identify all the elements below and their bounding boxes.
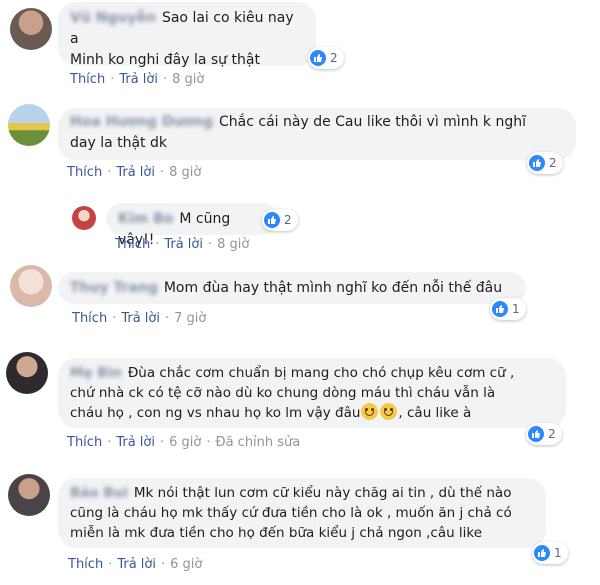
comment-text: , câu like à — [398, 405, 472, 421]
like-link[interactable]: Thích — [70, 72, 105, 87]
reaction-number: 2 — [284, 213, 292, 227]
comment-actions: Thích · Trả lời · 7 giờ — [72, 311, 207, 326]
reaction-number: 1 — [512, 302, 520, 316]
reaction-count[interactable]: 2 — [262, 209, 298, 231]
thumbs-up-icon — [529, 155, 545, 171]
avatar[interactable] — [6, 352, 48, 394]
avatar[interactable] — [8, 474, 50, 516]
avatar[interactable] — [72, 206, 96, 230]
comment-text: chứ nhà ck có tệ cỡ nào dù ko chung dòng… — [70, 385, 496, 401]
comment-bubble: Bảo Bui Mk nói thật lun cơm cữ kiểu này c… — [58, 478, 546, 548]
thumbs-up-icon — [264, 212, 280, 228]
reaction-number: 2 — [330, 51, 338, 65]
timestamp[interactable]: 6 giờ — [170, 557, 202, 572]
timestamp[interactable]: 6 giờ — [169, 435, 201, 450]
comment-bubble: Mẹ Bin Đùa chắc cơm chuẩn bị mang cho chó… — [58, 358, 566, 428]
like-link[interactable]: Thích — [115, 237, 150, 252]
timestamp[interactable]: 8 giờ — [169, 165, 201, 180]
reply-link[interactable]: Trả lời — [116, 165, 155, 180]
edited-label[interactable]: Đã chỉnh sửa — [216, 435, 301, 450]
timestamp[interactable]: 8 giờ — [217, 237, 249, 252]
comment-text: cũng là cháu họ mk thấy cứ đưa tiền cho … — [70, 505, 512, 521]
comment-author[interactable]: Mẹ Bin — [70, 363, 122, 383]
smiling-face-icon — [380, 403, 398, 420]
thumbs-up-icon — [534, 545, 550, 561]
like-link[interactable]: Thích — [67, 435, 102, 450]
comment-author[interactable]: Bảo Bui — [70, 483, 128, 503]
comment-text: Chắc cái này de Cau like thôi vì mình k … — [219, 114, 526, 130]
comment-line: cháu họ , con ng vs nhau họ ko lm vậy đâ… — [70, 403, 554, 423]
reaction-number: 1 — [554, 546, 562, 560]
reaction-number: 2 — [548, 427, 556, 441]
reply-link[interactable]: Trả lời — [117, 557, 156, 572]
comment-text: Mom đùa hay thật mình nghĩ ko đến nỗi th… — [163, 280, 503, 296]
comment-bubble: Kim Bo M cũng vậy!! — [106, 203, 278, 248]
reaction-count[interactable]: 1 — [532, 542, 568, 564]
like-link[interactable]: Thích — [67, 165, 102, 180]
reaction-count[interactable]: 1 — [490, 298, 526, 320]
avatar[interactable] — [10, 265, 52, 307]
reply-link[interactable]: Trả lời — [121, 311, 160, 326]
like-link[interactable]: Thích — [68, 557, 103, 572]
comment-author[interactable]: Kim Bo — [118, 209, 173, 230]
comment-bubble: Thuy Trang Mom đùa hay thật mình nghĩ ko … — [58, 272, 526, 304]
thumbs-up-icon — [528, 426, 544, 442]
like-link[interactable]: Thích — [72, 311, 107, 326]
comment-actions: Thích · Trả lời · 6 giờ · Đã chỉnh sửa — [67, 435, 301, 450]
avatar[interactable] — [8, 104, 50, 146]
reaction-count[interactable]: 2 — [527, 152, 563, 174]
comment-text: Mk nói thật lun cơm cữ kiểu này chăg ai … — [133, 485, 512, 501]
comment-actions: Thích · Trả lời · 8 giờ — [115, 237, 250, 252]
timestamp[interactable]: 7 giờ — [174, 311, 206, 326]
comment-text: day la thật dk — [70, 135, 167, 151]
comment-actions: Thích · Trả lời · 8 giờ — [67, 165, 202, 180]
thumbs-up-icon — [492, 301, 508, 317]
thumbs-up-icon — [310, 50, 326, 66]
comment-text: Đùa chắc cơm chuẩn bị mang cho chó chụp … — [127, 365, 515, 381]
comment-author[interactable]: Vũ Nguyễn — [70, 8, 156, 29]
reply-link[interactable]: Trả lời — [119, 72, 158, 87]
comment-actions: Thích · Trả lời · 8 giờ — [70, 72, 205, 87]
reply-link[interactable]: Trả lời — [116, 435, 155, 450]
comment-text: cháu họ , con ng vs nhau họ ko lm vậy đâ… — [70, 405, 361, 421]
comment-bubble: Vũ Nguyễn Sao lai co kiêu nay a Minh ko n… — [58, 2, 316, 68]
reaction-count[interactable]: 2 — [308, 47, 344, 69]
comment-text: miễn là mk đưa tiền cho họ đến bữa kiểu … — [70, 525, 483, 541]
comment-actions: Thích · Trả lời · 6 giờ — [68, 557, 203, 572]
smiling-face-icon — [361, 403, 379, 420]
reaction-number: 2 — [549, 156, 557, 170]
comment-author[interactable]: Hoa Hương Dương — [70, 112, 213, 133]
avatar[interactable] — [10, 8, 52, 50]
reply-link[interactable]: Trả lời — [164, 237, 203, 252]
reaction-count[interactable]: 2 — [526, 423, 562, 445]
comment-text: Minh ko nghi đây la sự thật — [70, 52, 260, 68]
comment-bubble: Hoa Hương Dương Chắc cái này de Cau like … — [58, 108, 576, 160]
comment-author[interactable]: Thuy Trang — [70, 278, 158, 299]
timestamp[interactable]: 8 giờ — [172, 72, 204, 87]
